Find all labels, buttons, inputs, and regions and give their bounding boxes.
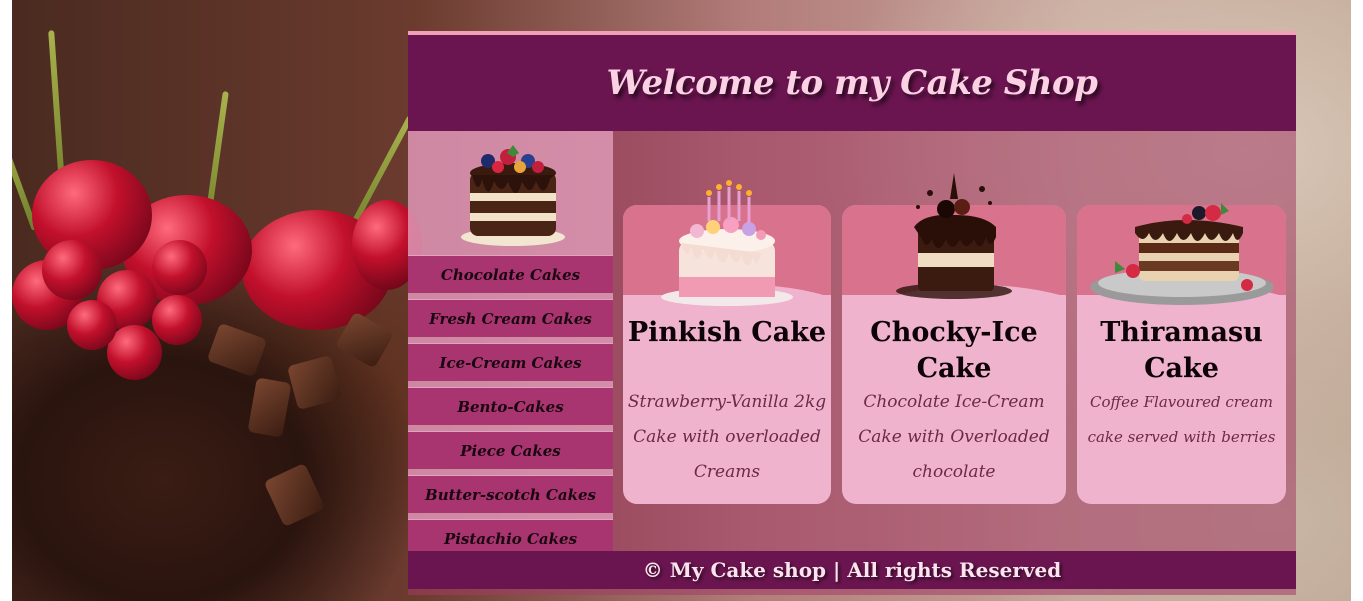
cherry [67, 300, 117, 350]
menu-item-fresh-cream-cakes[interactable]: Fresh Cream Cakes [408, 299, 613, 337]
card-title: Pinkish Cake [627, 317, 827, 348]
chocolate-piece [247, 377, 292, 438]
card-title: Thiramasu Cake [1100, 317, 1263, 384]
main-panel: Welcome to my Cake Shop Chocolate Cakes … [408, 31, 1296, 595]
chocolate-piece [263, 462, 326, 528]
menu-item-bento-cakes[interactable]: Bento-Cakes [408, 387, 613, 425]
menu-item-chocolate-cakes[interactable]: Chocolate Cakes [408, 255, 613, 293]
menu-item-butter-scotch-cakes[interactable]: Butter-scotch Cakes [408, 475, 613, 513]
site-footer: © My Cake shop | All rights Reserved [408, 551, 1296, 589]
sidebar: Chocolate Cakes Fresh Cream Cakes Ice-Cr… [408, 131, 613, 557]
pinkish-cake-image [661, 180, 793, 306]
thiramasu-cake-image [1089, 203, 1274, 305]
product-card[interactable]: Thiramasu Cake Coffee Flavoured cream ca… [1077, 203, 1286, 504]
menu-item-piece-cakes[interactable]: Piece Cakes [408, 431, 613, 469]
card-description: Coffee Flavoured cream cake served with … [1087, 393, 1276, 446]
cherry [152, 295, 202, 345]
menu-item-ice-cream-cakes[interactable]: Ice-Cream Cakes [408, 343, 613, 381]
category-menu: Chocolate Cakes Fresh Cream Cakes Ice-Cr… [408, 255, 613, 563]
card-description: Strawberry-Vanilla 2kg Cake with overloa… [627, 392, 827, 482]
chocolate-piece [206, 322, 268, 378]
card-description: Chocolate Ice-Cream Cake with Overloaded… [858, 392, 1050, 482]
site-header: Welcome to my Cake Shop [408, 35, 1296, 131]
product-card[interactable]: Pinkish Cake Strawberry-Vanilla 2kg Cake… [623, 180, 831, 504]
chocky-ice-cake-image [896, 173, 1012, 299]
cake-logo-icon [461, 145, 565, 246]
cherry [42, 240, 102, 300]
product-card[interactable]: Chocky-Ice Cake Chocolate Ice-Cream Cake… [842, 173, 1066, 504]
cherry [152, 240, 207, 295]
card-title: Chocky-Ice Cake [870, 317, 1038, 384]
page-title: Welcome to my Cake Shop [606, 63, 1098, 103]
chocolate-piece [286, 354, 343, 411]
